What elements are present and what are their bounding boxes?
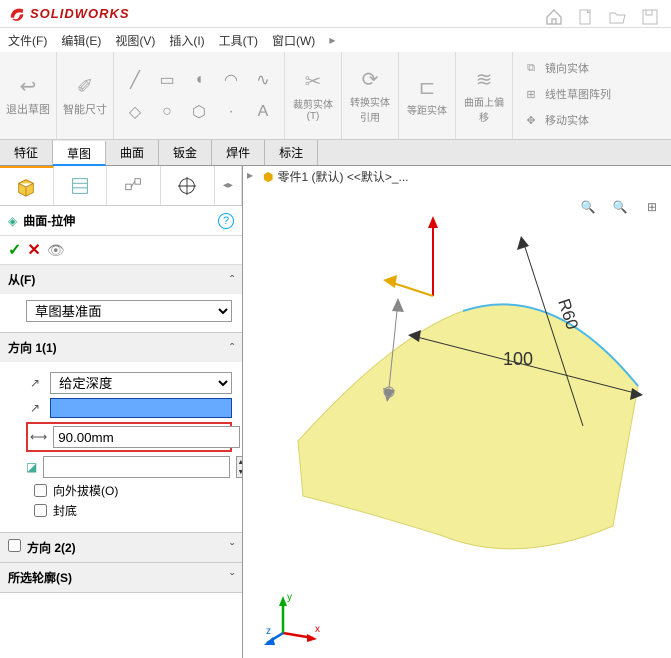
menu-file[interactable]: 文件(F)	[8, 32, 47, 49]
svg-text:y: y	[287, 592, 292, 603]
draft-outward-checkbox[interactable]	[34, 484, 47, 497]
cap-end-checkbox[interactable]	[34, 504, 47, 517]
draft-angle-input[interactable]	[43, 456, 230, 478]
menu-edit[interactable]: 编辑(E)	[61, 32, 101, 49]
new-doc-icon[interactable]	[573, 4, 599, 30]
trim-button[interactable]: ✂ 裁剪实体(T)	[291, 61, 335, 131]
svg-text:x: x	[315, 624, 320, 635]
spline-icon[interactable]: ∿	[248, 65, 278, 95]
rect-icon[interactable]: ▭	[152, 65, 182, 95]
direction-selection-box[interactable]	[50, 398, 232, 418]
draft-icon[interactable]: ◪	[26, 460, 37, 474]
mirror-entities-button[interactable]: ⧉镜向实体	[521, 56, 611, 80]
model-viewport[interactable]: 100 R60	[243, 166, 671, 658]
orientation-triad: x y z	[263, 588, 323, 648]
depth-icon: ⟷	[30, 430, 47, 444]
polygon-icon[interactable]: ⬡	[184, 97, 214, 127]
feature-title: 曲面-拉伸	[23, 212, 212, 229]
dimension-100: 100	[503, 349, 533, 369]
from-start-condition-select[interactable]: 草图基准面	[26, 300, 232, 322]
menu-insert[interactable]: 插入(I)	[169, 32, 204, 49]
dimxpert-tab[interactable]	[161, 166, 215, 205]
end-condition-select[interactable]: 给定深度	[50, 372, 232, 394]
feature-manager-tab[interactable]	[0, 166, 54, 205]
help-icon[interactable]: ?	[218, 213, 234, 229]
direction-vector-icon[interactable]: ↗	[26, 401, 44, 415]
direction2-section-header[interactable]: 方向 2(2) ˇ	[0, 533, 242, 562]
save-icon[interactable]	[637, 4, 663, 30]
line-icon[interactable]: ╱	[120, 65, 150, 95]
menu-window[interactable]: 窗口(W)	[272, 32, 315, 49]
preview-icon[interactable]: 👁	[47, 242, 65, 259]
app-name: SOLIDWORKS	[30, 6, 130, 21]
move-entities-button[interactable]: ✥移动实体	[521, 108, 611, 132]
tab-feature[interactable]: 特征	[0, 140, 53, 165]
solidworks-logo-icon	[8, 5, 26, 23]
corner-rect-icon[interactable]: ◇	[120, 97, 150, 127]
offset-on-surface-button[interactable]: ≋ 曲面上偏移	[462, 61, 506, 131]
direction1-section-header[interactable]: 方向 1(1)ˆ	[0, 333, 242, 362]
more-tabs[interactable]: ◂▸	[215, 166, 242, 205]
property-manager-tab[interactable]	[54, 166, 108, 205]
from-section-header[interactable]: 从(F)ˆ	[0, 265, 242, 294]
ok-button[interactable]: ✓	[8, 240, 21, 260]
linear-pattern-button[interactable]: ⊞线性草图阵列	[521, 82, 611, 106]
chevron-up-icon: ˆ	[230, 341, 234, 355]
menu-expand-icon[interactable]: ▸	[329, 33, 335, 47]
configuration-manager-tab[interactable]	[107, 166, 161, 205]
chevron-up-icon: ˆ	[230, 273, 234, 287]
circle-icon[interactable]: ○	[152, 97, 182, 127]
exit-sketch-button[interactable]: ↩ 退出草图	[6, 61, 50, 131]
depth-input[interactable]	[53, 426, 240, 448]
menu-tools[interactable]: 工具(T)	[219, 32, 258, 49]
svg-text:z: z	[266, 626, 271, 637]
tab-sketch[interactable]: 草图	[53, 141, 106, 166]
slot-icon[interactable]: ◖	[184, 65, 214, 95]
chevron-down-icon: ˇ	[230, 571, 234, 585]
point-icon[interactable]: ·	[216, 97, 246, 127]
draft-outward-label: 向外拔模(O)	[53, 482, 118, 499]
tab-surface[interactable]: 曲面	[106, 140, 159, 165]
extrude-surface-icon: ◈	[8, 214, 17, 228]
home-icon[interactable]	[541, 4, 567, 30]
cancel-button[interactable]: ✕	[27, 240, 40, 260]
offset-entities-button[interactable]: ⊏ 等距实体	[405, 61, 449, 131]
open-icon[interactable]	[605, 4, 631, 30]
text-icon[interactable]: A	[248, 97, 278, 127]
direction2-checkbox[interactable]	[8, 539, 21, 552]
smart-dimension-button[interactable]: ✐ 智能尺寸	[63, 61, 107, 131]
tab-annotate[interactable]: 标注	[265, 140, 318, 165]
draft-spinner[interactable]: ▲▼	[236, 456, 243, 478]
menu-view[interactable]: 视图(V)	[115, 32, 155, 49]
cap-end-label: 封底	[53, 502, 77, 519]
arc-icon[interactable]: ◠	[216, 65, 246, 95]
chevron-down-icon: ˇ	[230, 541, 234, 555]
tab-weldment[interactable]: 焊件	[212, 140, 265, 165]
reverse-direction-icon[interactable]: ↗	[26, 376, 44, 390]
tab-sheet-metal[interactable]: 钣金	[159, 140, 212, 165]
selected-contours-section-header[interactable]: 所选轮廓(S)ˇ	[0, 563, 242, 592]
convert-entities-button[interactable]: ⟳ 转换实体引用	[348, 61, 392, 131]
